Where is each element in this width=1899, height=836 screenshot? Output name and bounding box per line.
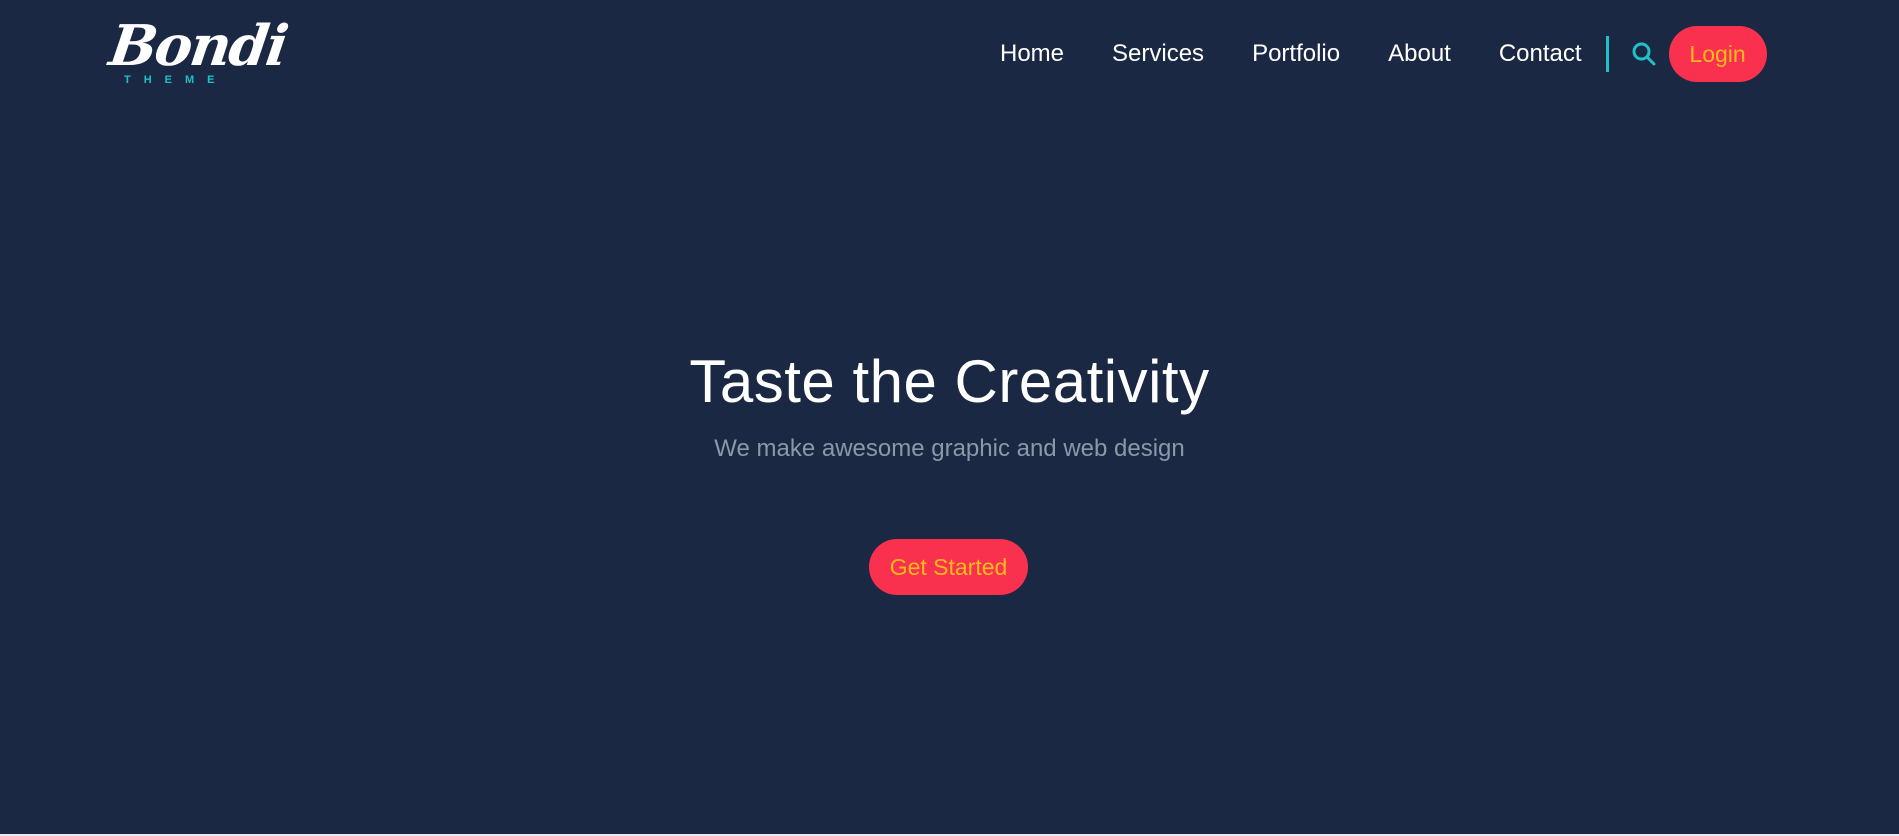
nav-link-home[interactable]: Home xyxy=(1000,28,1064,80)
brand-name: Bondi xyxy=(105,13,291,79)
hero-title: Taste the Creativity xyxy=(689,348,1210,415)
brand-logo[interactable]: Bondi THEME xyxy=(105,13,290,94)
nav-link-about[interactable]: About xyxy=(1388,28,1451,80)
login-button[interactable]: Login xyxy=(1668,26,1767,82)
site-header: Bondi THEME Home Services Portfolio Abou… xyxy=(0,0,1899,108)
nav-link-services[interactable]: Services xyxy=(1112,28,1204,80)
get-started-button[interactable]: Get Started xyxy=(869,539,1028,595)
search-button[interactable] xyxy=(1629,39,1659,69)
main-nav: Home Services Portfolio About Contact Lo… xyxy=(1000,26,1767,82)
page: Bondi THEME Home Services Portfolio Abou… xyxy=(0,0,1899,834)
nav-link-portfolio[interactable]: Portfolio xyxy=(1252,28,1340,80)
search-icon xyxy=(1632,42,1656,66)
nav-link-contact[interactable]: Contact xyxy=(1499,28,1582,80)
hero-subtitle: We make awesome graphic and web design xyxy=(714,435,1185,462)
hero-section: Taste the Creativity We make awesome gra… xyxy=(0,330,1899,464)
nav-divider xyxy=(1605,36,1609,72)
brand-tagline: THEME xyxy=(124,74,228,86)
